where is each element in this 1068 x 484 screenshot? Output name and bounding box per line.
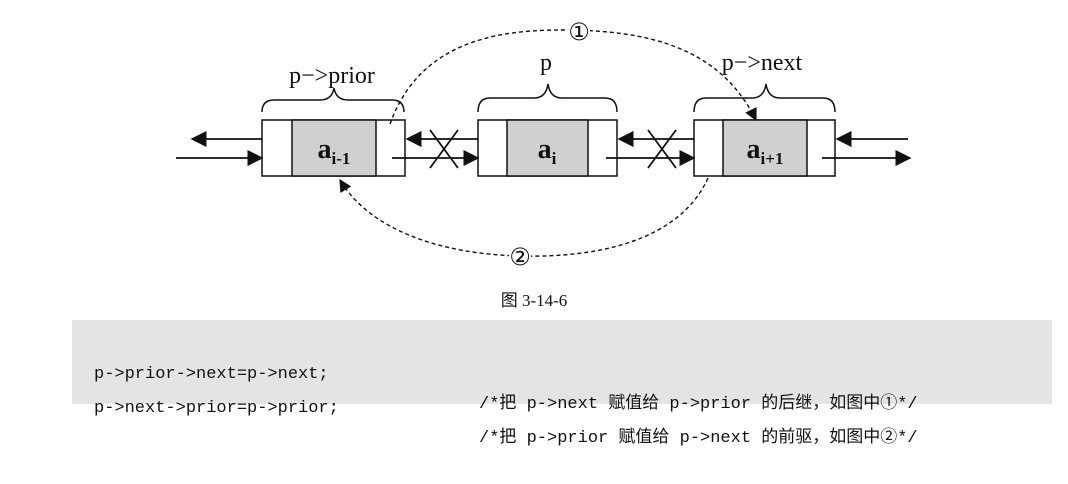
code-comment: /*把 p->next 赋值给 p->prior 的后继，如图中①*/ bbox=[479, 395, 918, 414]
node-a-i-plus-1: ai+1 bbox=[693, 119, 836, 177]
node-a-i: ai bbox=[477, 119, 618, 177]
step-1-label: ① bbox=[568, 18, 590, 46]
label-p-next: p−>next bbox=[722, 50, 803, 76]
figure-canvas: p−>prior p p−>next ai-1 ai ai+1 ① ② 图 3-… bbox=[0, 0, 1068, 448]
code-statement: p->next->prior=p->prior; bbox=[94, 399, 339, 418]
linked-list-diagram: p−>prior p p−>next ai-1 ai ai+1 ① ② bbox=[176, 18, 912, 271]
code-line-1: p->prior->next=p->next; /*把 p->next 赋值给 … bbox=[94, 330, 918, 414]
brace-right bbox=[693, 83, 836, 113]
code-block: p->prior->next=p->next; /*把 p->next 赋值给 … bbox=[72, 320, 1052, 448]
brace-left bbox=[261, 87, 405, 113]
label-p: p bbox=[540, 50, 552, 76]
step-2-label: ② bbox=[509, 243, 531, 271]
code-line-2: p->next->prior=p->prior; /*把 p->prior 赋值… bbox=[94, 364, 918, 448]
cross-mark-right bbox=[647, 129, 677, 169]
label-p-prior: p−>prior bbox=[289, 63, 375, 89]
node-a-i-minus-1: ai-1 bbox=[261, 119, 406, 177]
code-comment: /*把 p->prior 赋值给 p->next 的前驱，如图中②*/ bbox=[479, 429, 918, 448]
cross-mark-left bbox=[429, 129, 459, 169]
figure-caption: 图 3-14-6 bbox=[500, 291, 568, 310]
brace-middle bbox=[477, 83, 618, 113]
